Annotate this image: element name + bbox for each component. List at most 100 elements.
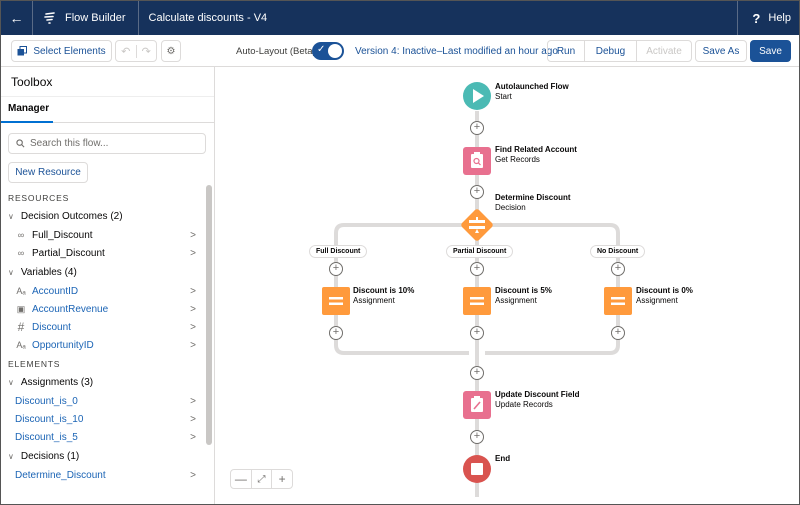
flow-builder-window: ← Flow Builder Calculate discounts - V4 … xyxy=(0,0,800,505)
sidebar-scrollbar[interactable] xyxy=(206,185,212,445)
back-button[interactable]: ← xyxy=(1,1,33,35)
run-button[interactable]: Run xyxy=(548,41,585,61)
group-label: Decisions (1) xyxy=(20,450,80,462)
minus-icon: — xyxy=(234,472,247,486)
list-item[interactable]: ▣ AccountRevenue > xyxy=(1,300,205,318)
chevron-down-icon: ∨ xyxy=(8,451,14,461)
item-label: Discount_is_5 xyxy=(15,431,78,443)
new-resource-button[interactable]: New Resource xyxy=(8,162,88,183)
assignment-node-partial[interactable] xyxy=(463,287,491,315)
search-icon xyxy=(16,139,25,148)
help-button[interactable]: ? Help xyxy=(737,1,799,35)
app-name: Flow Builder xyxy=(33,1,139,35)
settings-button[interactable]: ⚙ xyxy=(161,40,181,62)
list-item[interactable]: Aₐ OpportunityID > xyxy=(1,336,205,354)
add-element-icon[interactable]: + xyxy=(611,262,625,276)
question-icon: ? xyxy=(752,10,761,26)
text-variable-icon: Aₐ xyxy=(16,340,26,350)
help-label: Help xyxy=(768,12,791,24)
assignments-group[interactable]: ∨ Assignments (3) xyxy=(1,372,205,392)
node-subtitle: Get Records xyxy=(495,155,540,164)
add-element-icon[interactable]: + xyxy=(329,262,343,276)
run-debug-activate-group: Run Debug Activate xyxy=(547,40,692,62)
update-records-node[interactable] xyxy=(463,391,491,419)
arrow-left-icon: ← xyxy=(9,10,24,26)
activate-button[interactable]: Activate xyxy=(637,41,691,61)
chevron-down-icon: ∨ xyxy=(8,377,14,387)
tab-manager[interactable]: Manager xyxy=(1,97,53,123)
list-item[interactable]: ∞ Partial_Discount > xyxy=(1,244,205,262)
flow-icon xyxy=(44,12,55,24)
list-item[interactable]: ∞ Full_Discount > xyxy=(1,226,205,244)
add-element-icon[interactable]: + xyxy=(329,326,343,340)
node-subtitle: Start xyxy=(495,92,512,101)
item-label: Discount_is_0 xyxy=(15,395,78,407)
redo-icon[interactable]: ↷ xyxy=(137,45,157,58)
select-elements-button[interactable]: Select Elements xyxy=(11,40,112,62)
zoom-out-button[interactable]: — xyxy=(231,470,252,488)
item-label: Discount_is_10 xyxy=(15,413,84,425)
outcome-icon: ∞ xyxy=(17,230,25,240)
gear-icon: ⚙ xyxy=(166,45,176,57)
outcome-pill-none[interactable]: No Discount xyxy=(590,245,646,258)
node-subtitle: Update Records xyxy=(495,400,553,409)
chevron-right-icon: > xyxy=(190,303,196,315)
get-records-node[interactable] xyxy=(463,147,491,175)
node-title: Update Discount Field xyxy=(495,390,580,399)
debug-button[interactable]: Debug xyxy=(585,41,637,61)
toolbox-panel: Toolbox Manager Search this flow... New … xyxy=(1,67,215,504)
add-element-icon[interactable]: + xyxy=(470,366,484,380)
undo-icon[interactable]: ↶ xyxy=(116,44,137,58)
search-placeholder: Search this flow... xyxy=(30,138,109,149)
add-element-icon[interactable]: + xyxy=(470,262,484,276)
zoom-in-button[interactable]: + xyxy=(272,470,292,488)
chevron-right-icon: > xyxy=(190,431,196,443)
text-variable-icon: Aₐ xyxy=(16,286,26,296)
app-name-label: Flow Builder xyxy=(65,12,126,24)
toggle-knob xyxy=(328,44,342,58)
node-title: Find Related Account xyxy=(495,145,577,154)
node-subtitle: Assignment xyxy=(495,296,537,305)
update-records-label: Update Discount Field Update Records xyxy=(495,390,579,410)
auto-layout-toggle[interactable]: ✓ xyxy=(312,42,344,60)
list-item[interactable]: # Discount > xyxy=(1,318,205,336)
list-item[interactable]: Determine_Discount > xyxy=(1,466,205,484)
chevron-right-icon: > xyxy=(190,469,196,481)
assignment-node-full[interactable] xyxy=(322,287,350,315)
list-item[interactable]: Aₐ AccountID > xyxy=(1,282,205,300)
save-button[interactable]: Save xyxy=(750,40,791,62)
add-element-icon[interactable]: + xyxy=(470,185,484,199)
version-status: Version 4: Inactive–Last modified an hou… xyxy=(355,46,558,57)
list-item[interactable]: Discount_is_5 > xyxy=(1,428,205,446)
check-icon: ✓ xyxy=(317,44,326,55)
app-header: ← Flow Builder Calculate discounts - V4 … xyxy=(1,1,799,35)
item-label: AccountRevenue xyxy=(32,303,109,315)
save-as-button[interactable]: Save As xyxy=(695,40,747,62)
start-node[interactable] xyxy=(463,82,491,110)
decision-node[interactable] xyxy=(459,207,495,243)
outcome-pill-full[interactable]: Full Discount xyxy=(309,245,368,258)
variables-group[interactable]: ∨ Variables (4) xyxy=(1,262,205,282)
select-elements-label: Select Elements xyxy=(33,45,106,57)
assignment-node-none[interactable] xyxy=(604,287,632,315)
assignment-label-full: Discount is 10% Assignment xyxy=(353,286,414,306)
add-element-icon[interactable]: + xyxy=(611,326,625,340)
add-element-icon[interactable]: + xyxy=(470,326,484,340)
assignment-label-partial: Discount is 5% Assignment xyxy=(495,286,552,306)
chevron-right-icon: > xyxy=(190,413,196,425)
add-element-icon[interactable]: + xyxy=(470,121,484,135)
node-subtitle: Assignment xyxy=(636,296,678,305)
fit-to-view-button[interactable]: ⤢ xyxy=(252,470,273,488)
search-input[interactable]: Search this flow... xyxy=(8,133,206,154)
item-label: Full_Discount xyxy=(32,229,93,241)
decisions-group[interactable]: ∨ Decisions (1) xyxy=(1,446,205,466)
list-item[interactable]: Discount_is_10 > xyxy=(1,410,205,428)
list-item[interactable]: Discount_is_0 > xyxy=(1,392,205,410)
flow-canvas[interactable]: Autolaunched Flow Start + Find Related Ac… xyxy=(216,67,799,504)
outcome-pill-partial[interactable]: Partial Discount xyxy=(446,245,514,258)
chevron-right-icon: > xyxy=(190,395,196,407)
end-node[interactable] xyxy=(463,455,491,483)
decision-outcomes-group[interactable]: ∨ Decision Outcomes (2) xyxy=(1,206,205,226)
chevron-right-icon: > xyxy=(190,285,196,297)
add-element-icon[interactable]: + xyxy=(470,430,484,444)
